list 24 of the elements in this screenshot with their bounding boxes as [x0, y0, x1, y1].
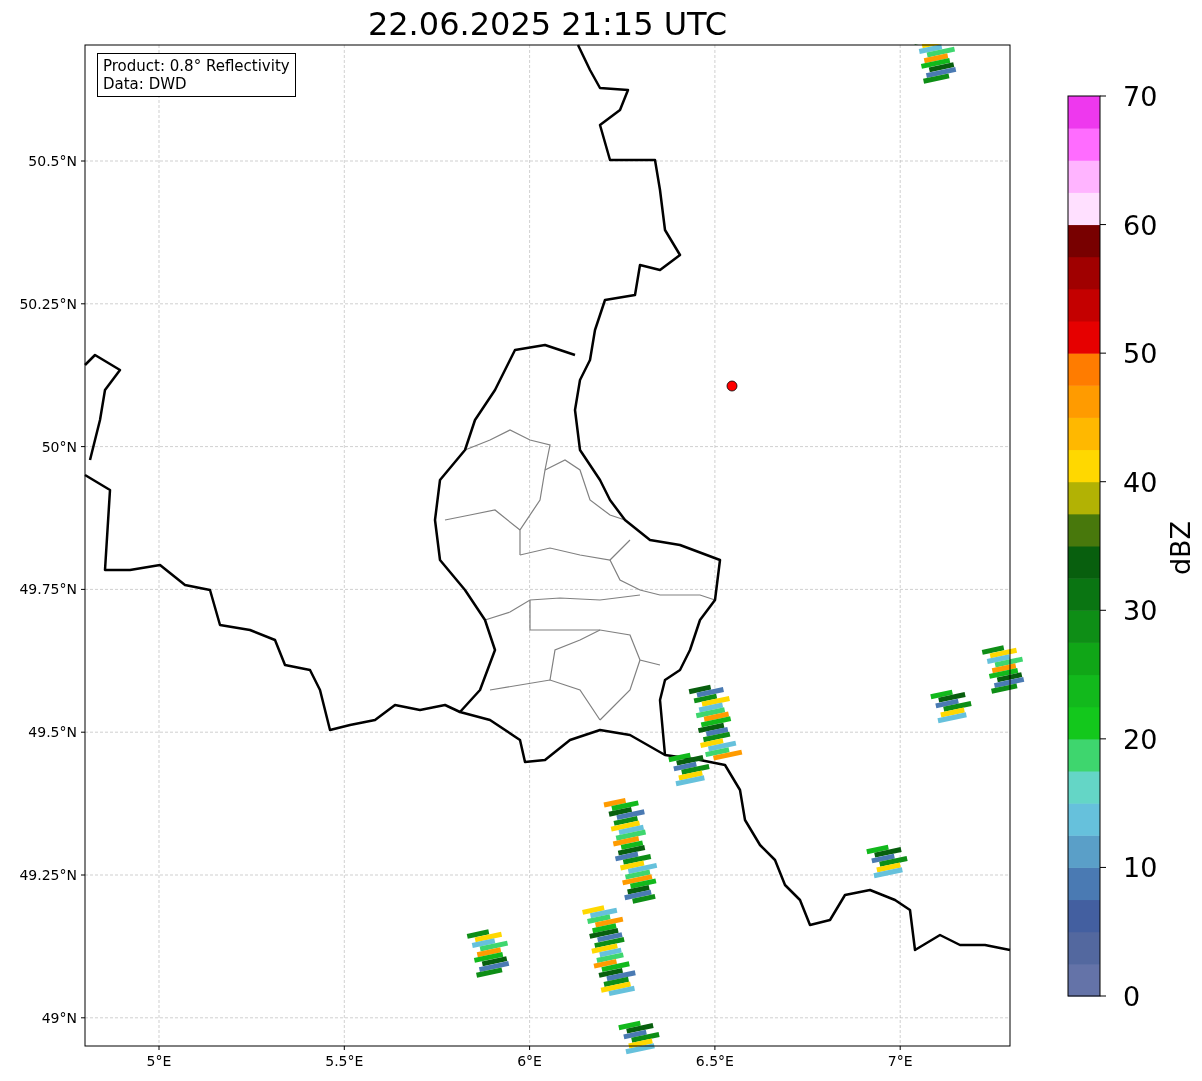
axis-tick-label: 6.5°E — [695, 1053, 734, 1069]
colorbar-tick-label: 10 — [1123, 852, 1158, 884]
axis-tick-label: 5.5°E — [325, 1053, 364, 1069]
axis-tick-label: 49.75°N — [19, 581, 77, 598]
colorbar-tick-label: 40 — [1123, 466, 1158, 498]
axis-tick-label: 7°E — [887, 1053, 913, 1069]
axis-tick-label: 50.5°N — [28, 153, 77, 169]
colorbar-tick-label: 20 — [1123, 723, 1158, 755]
axis-tick-label: 50.25°N — [19, 295, 77, 312]
axis-tick-label: 50°N — [41, 438, 77, 455]
axis-tick-label: 49°N — [41, 1009, 77, 1026]
info-text: Data: DWD — [103, 75, 188, 93]
chart-title: 22.06.2025 21:15 UTC — [367, 4, 728, 44]
colorbar-tick-label: 0 — [1123, 981, 1141, 1012]
colorbar-tick-label: 70 — [1123, 81, 1158, 112]
info-text: Product: 0.8° Reflectivity — [103, 57, 290, 75]
colorbar-tick-label: 30 — [1123, 595, 1158, 627]
colorbar-tick-label: 50 — [1123, 338, 1158, 370]
axis-tick-label: 49.25°N — [19, 867, 77, 883]
axis-tick-label: 5°E — [146, 1053, 172, 1069]
colorbar-label: dBZ — [1165, 520, 1196, 576]
colorbar-tick-label: 60 — [1123, 209, 1158, 241]
axis-tick-label: 6°E — [517, 1053, 542, 1069]
axis-tick-label: 49.5°N — [28, 724, 77, 741]
